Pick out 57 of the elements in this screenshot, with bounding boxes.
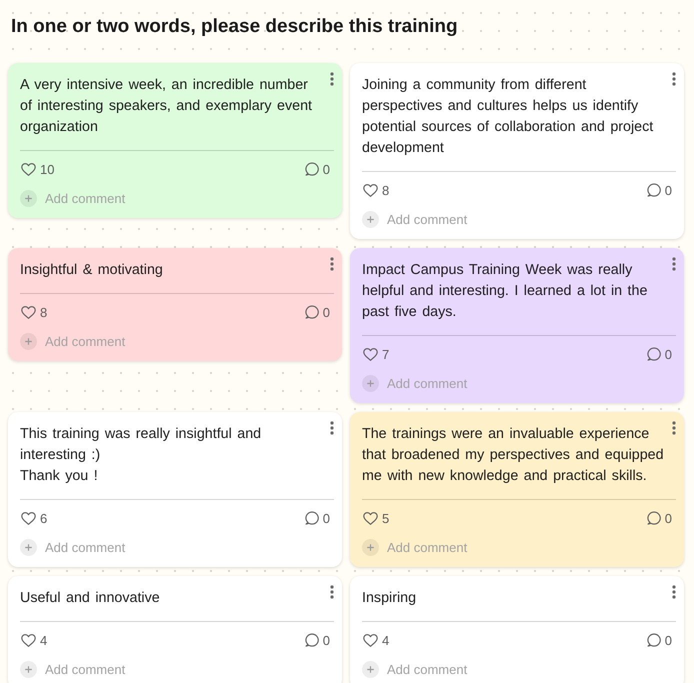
- comment-icon: [646, 511, 661, 525]
- like-button[interactable]: 4: [21, 630, 48, 650]
- like-button[interactable]: 6: [21, 508, 48, 528]
- kebab-menu-icon[interactable]: [330, 585, 334, 599]
- kebab-menu-icon[interactable]: [330, 421, 334, 435]
- comment-icon: [304, 511, 319, 525]
- post-text: Joining a community from different perspectives and cultures helps us identify potential sources of collaboration and project development: [362, 76, 654, 158]
- comment-count-button[interactable]: 0: [646, 508, 672, 528]
- plus-icon: [362, 210, 379, 228]
- comment-icon: [646, 183, 661, 197]
- kebab-menu-icon[interactable]: [672, 72, 676, 86]
- board-title: In one or two words, please describe this training: [10, 15, 459, 39]
- comment-icon: [304, 162, 319, 176]
- plus-icon: [20, 190, 37, 206]
- comment-icon: [646, 347, 661, 361]
- plus-icon: [362, 374, 379, 392]
- comment-count-button[interactable]: 0: [304, 508, 330, 528]
- comment-count-button[interactable]: 0: [646, 344, 672, 364]
- plus-icon: [20, 332, 37, 350]
- heart-icon: [21, 634, 36, 646]
- comment-count-button[interactable]: 0: [646, 180, 672, 200]
- post-text: The trainings were an invaluable experience that broadened my perspectives and equipped me with new knowledge and practical skills.: [362, 425, 665, 486]
- like-button[interactable]: 8: [21, 302, 48, 322]
- post-text: Insightful & motivating: [20, 261, 164, 280]
- kebab-menu-icon[interactable]: [330, 72, 334, 86]
- comment-count-button[interactable]: 0: [304, 302, 330, 322]
- heart-icon: [363, 512, 378, 524]
- like-button[interactable]: 8: [363, 180, 390, 200]
- plus-icon: [20, 538, 37, 556]
- plus-icon: [362, 538, 379, 556]
- plus-icon: [20, 660, 37, 678]
- post-text: Impact Campus Training Week was really helpful and interesting. I learned a lot in the past five days.: [362, 261, 648, 322]
- post-text: Inspiring: [362, 589, 418, 608]
- heart-icon: [21, 306, 36, 318]
- like-button[interactable]: 5: [363, 508, 390, 528]
- plus-icon: [362, 660, 379, 678]
- kebab-menu-icon[interactable]: [330, 257, 334, 271]
- kebab-menu-icon[interactable]: [672, 257, 676, 271]
- comment-icon: [304, 633, 319, 647]
- comment-icon: [304, 305, 319, 319]
- post-text: Useful and innovative: [20, 589, 161, 608]
- heart-icon: [363, 634, 378, 646]
- post-text: A very intensive week, an incredible number of interesting speakers, and exemplary event organization: [20, 76, 314, 137]
- heart-icon: [363, 348, 378, 360]
- like-button[interactable]: 7: [363, 344, 390, 364]
- heart-icon: [363, 184, 378, 196]
- heart-icon: [21, 512, 36, 524]
- like-button[interactable]: 10: [21, 159, 54, 179]
- comment-icon: [646, 633, 661, 647]
- like-button[interactable]: 4: [363, 630, 390, 650]
- kebab-menu-icon[interactable]: [672, 421, 676, 435]
- comment-count-button[interactable]: 0: [304, 159, 330, 179]
- comment-count-button[interactable]: 0: [646, 630, 672, 650]
- heart-icon: [21, 162, 36, 176]
- comment-count-button[interactable]: 0: [304, 630, 330, 650]
- post-text: This training was really insightful and interesting :) Thank you !: [20, 425, 262, 486]
- kebab-menu-icon[interactable]: [672, 585, 676, 599]
